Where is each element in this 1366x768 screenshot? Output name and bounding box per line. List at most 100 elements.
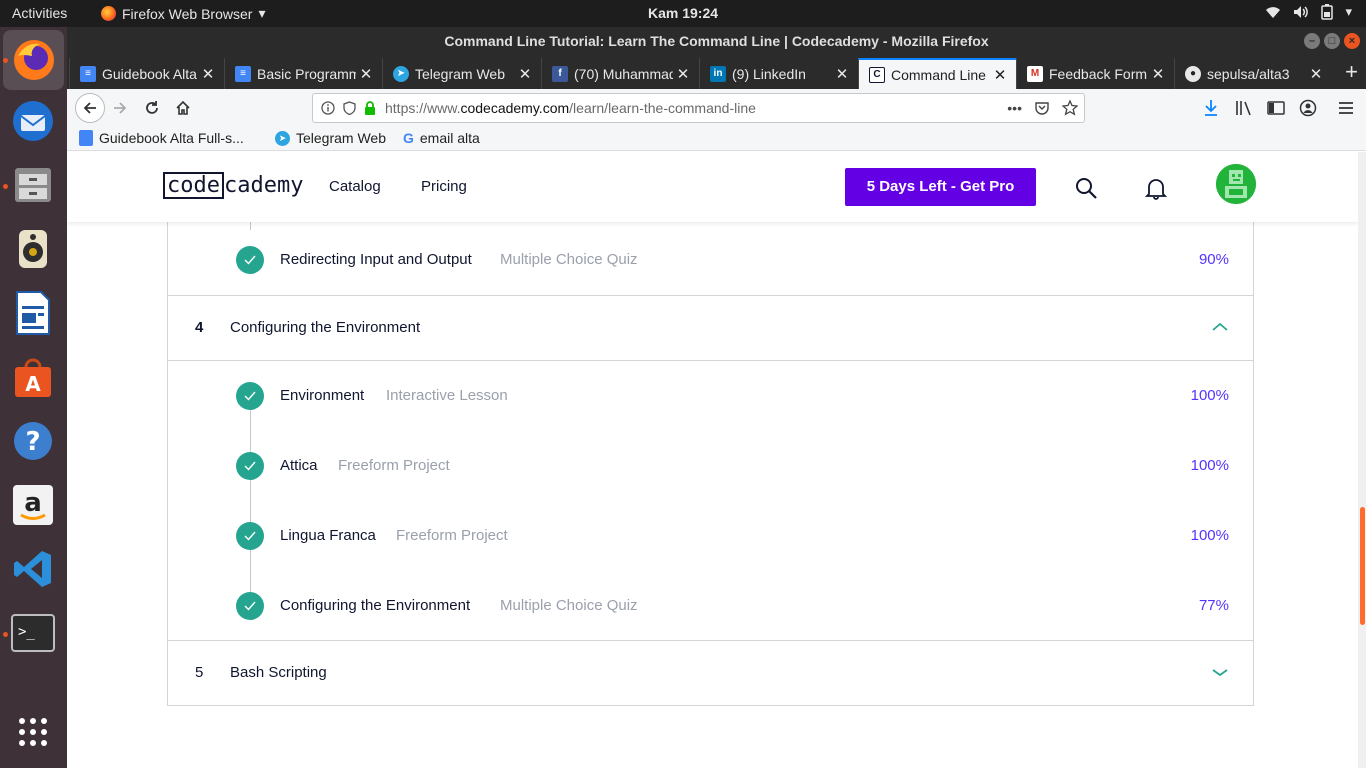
close-tab-icon[interactable]: ✕ bbox=[515, 65, 535, 83]
lesson-row[interactable]: Configuring the Environment Multiple Cho… bbox=[168, 571, 1253, 641]
codecademy-icon: C bbox=[869, 66, 885, 83]
bookmark-guidebook[interactable]: Guidebook Alta Full-s... bbox=[79, 130, 244, 146]
tab-basic-programming[interactable]: ≡ Basic Programming ✕ bbox=[224, 58, 382, 89]
lesson-percent: 100% bbox=[1190, 527, 1229, 544]
wifi-icon bbox=[1266, 7, 1281, 18]
section-header-4[interactable]: 4 Configuring the Environment bbox=[168, 295, 1253, 360]
dock-vscode[interactable] bbox=[9, 545, 57, 593]
reload-button[interactable] bbox=[141, 97, 163, 119]
close-tab-icon[interactable]: ✕ bbox=[356, 65, 376, 83]
github-icon: ● bbox=[1185, 65, 1201, 82]
close-tab-icon[interactable]: ✕ bbox=[198, 65, 218, 83]
lesson-percent: 100% bbox=[1190, 387, 1229, 404]
avatar[interactable] bbox=[1216, 164, 1256, 204]
minimize-button[interactable]: – bbox=[1304, 33, 1320, 49]
dock-amazon[interactable]: a bbox=[9, 481, 57, 529]
downloads-button[interactable] bbox=[1200, 97, 1222, 119]
ubuntu-dock: A ? a >_ bbox=[0, 27, 67, 768]
close-tab-icon[interactable]: ✕ bbox=[832, 65, 852, 83]
window-title: Command Line Tutorial: Learn The Command… bbox=[444, 33, 989, 49]
get-pro-button[interactable]: 5 Days Left - Get Pro bbox=[845, 168, 1036, 206]
lesson-row[interactable]: Attica Freeform Project 100% bbox=[168, 431, 1253, 501]
file-cabinet-icon bbox=[15, 168, 51, 202]
lesson-type: Interactive Lesson bbox=[386, 387, 508, 404]
lesson-row[interactable]: Lingua Franca Freeform Project 100% bbox=[168, 501, 1253, 571]
bookmark-telegram[interactable]: ➤ Telegram Web bbox=[275, 130, 386, 146]
url-identity[interactable] bbox=[321, 94, 376, 122]
check-icon bbox=[236, 246, 264, 274]
tab-guidebook[interactable]: ≡ Guidebook Alta ✕ bbox=[69, 58, 224, 89]
dock-files[interactable] bbox=[9, 161, 57, 209]
lock-icon bbox=[365, 101, 375, 115]
bookmark-email-alta[interactable]: G email alta bbox=[403, 130, 480, 146]
close-tab-icon[interactable]: ✕ bbox=[990, 66, 1010, 84]
library-button[interactable] bbox=[1233, 97, 1255, 119]
back-button[interactable] bbox=[75, 93, 105, 123]
dock-rhythmbox[interactable] bbox=[9, 225, 57, 273]
scrollbar-thumb[interactable] bbox=[1360, 507, 1365, 625]
dock-terminal[interactable]: >_ bbox=[9, 609, 57, 657]
clock[interactable]: Kam 19:24 bbox=[0, 5, 1366, 21]
dock-help[interactable]: ? bbox=[9, 417, 57, 465]
chevron-up-icon[interactable] bbox=[1211, 318, 1229, 336]
chevron-down-icon[interactable] bbox=[1211, 663, 1229, 681]
linkedin-icon: in bbox=[710, 65, 726, 82]
check-icon bbox=[236, 382, 264, 410]
page-scrollbar[interactable] bbox=[1358, 152, 1366, 768]
lesson-row[interactable]: Redirecting Input and Output Multiple Ch… bbox=[168, 225, 1253, 295]
lesson-row[interactable]: Environment Interactive Lesson 100% bbox=[168, 361, 1253, 431]
dock-thunderbird[interactable] bbox=[9, 97, 57, 145]
section-header-5[interactable]: 5 Bash Scripting bbox=[168, 640, 1253, 705]
lesson-percent: 90% bbox=[1198, 251, 1229, 268]
sidebar-icon bbox=[1267, 101, 1285, 115]
page-actions-icon[interactable]: ••• bbox=[1007, 94, 1022, 122]
sidebar-button[interactable] bbox=[1265, 97, 1287, 119]
maximize-button[interactable]: □ bbox=[1324, 33, 1340, 49]
section-number: 4 bbox=[195, 319, 204, 336]
home-button[interactable] bbox=[172, 97, 194, 119]
shopping-bag-icon: A bbox=[15, 358, 51, 397]
dock-show-applications[interactable] bbox=[9, 708, 57, 756]
forward-button[interactable] bbox=[109, 97, 131, 119]
url-bar[interactable]: https://www.codecademy.com/learn/learn-t… bbox=[312, 93, 1085, 123]
bell-icon[interactable] bbox=[1145, 176, 1167, 200]
avatar-robot-icon bbox=[1216, 164, 1256, 204]
tab-command-line[interactable]: C Command Line ✕ bbox=[858, 58, 1016, 89]
lesson-title: Environment bbox=[280, 387, 365, 404]
bookmark-star-icon[interactable] bbox=[1062, 94, 1078, 122]
system-tray[interactable]: ▾ bbox=[1265, 4, 1352, 20]
amazon-icon: a bbox=[13, 485, 53, 525]
svg-text:?: ? bbox=[25, 427, 40, 457]
new-tab-button[interactable]: + bbox=[1345, 59, 1358, 85]
home-icon bbox=[176, 100, 190, 115]
menu-button[interactable] bbox=[1335, 97, 1357, 119]
tracking-shield-icon bbox=[343, 101, 356, 115]
tab-github[interactable]: ● sepulsa/alta3 ✕ bbox=[1174, 58, 1332, 89]
lesson-type: Freeform Project bbox=[396, 527, 508, 544]
tab-telegram[interactable]: ➤ Telegram Web ✕ bbox=[382, 58, 541, 89]
close-tab-icon[interactable]: ✕ bbox=[673, 65, 693, 83]
terminal-icon: >_ bbox=[11, 614, 55, 652]
google-docs-icon bbox=[79, 130, 93, 146]
lesson-percent: 100% bbox=[1190, 457, 1229, 474]
nav-pricing[interactable]: Pricing bbox=[421, 178, 467, 195]
nav-catalog[interactable]: Catalog bbox=[329, 178, 381, 195]
facebook-icon: f bbox=[552, 65, 568, 82]
dock-firefox[interactable] bbox=[3, 30, 64, 90]
dock-software-center[interactable]: A bbox=[9, 353, 57, 401]
close-tab-icon[interactable]: ✕ bbox=[1148, 65, 1168, 83]
lesson-title: Attica bbox=[280, 457, 318, 474]
section-number: 5 bbox=[195, 664, 204, 681]
close-window-button[interactable]: × bbox=[1344, 33, 1360, 49]
tab-feedback-form[interactable]: M Feedback Form ✕ bbox=[1016, 58, 1174, 89]
account-button[interactable] bbox=[1297, 97, 1319, 119]
tab-linkedin[interactable]: in (9) LinkedIn ✕ bbox=[699, 58, 858, 89]
pocket-icon[interactable] bbox=[1034, 94, 1050, 122]
codecademy-logo[interactable]: code cademy bbox=[163, 172, 303, 199]
svg-text:>_: >_ bbox=[18, 624, 35, 640]
close-tab-icon[interactable]: ✕ bbox=[1306, 65, 1326, 83]
reload-icon bbox=[146, 101, 158, 114]
tab-facebook[interactable]: f (70) Muhammad ✕ bbox=[541, 58, 699, 89]
dock-libreoffice-writer[interactable] bbox=[9, 289, 57, 337]
search-icon[interactable] bbox=[1074, 176, 1098, 200]
